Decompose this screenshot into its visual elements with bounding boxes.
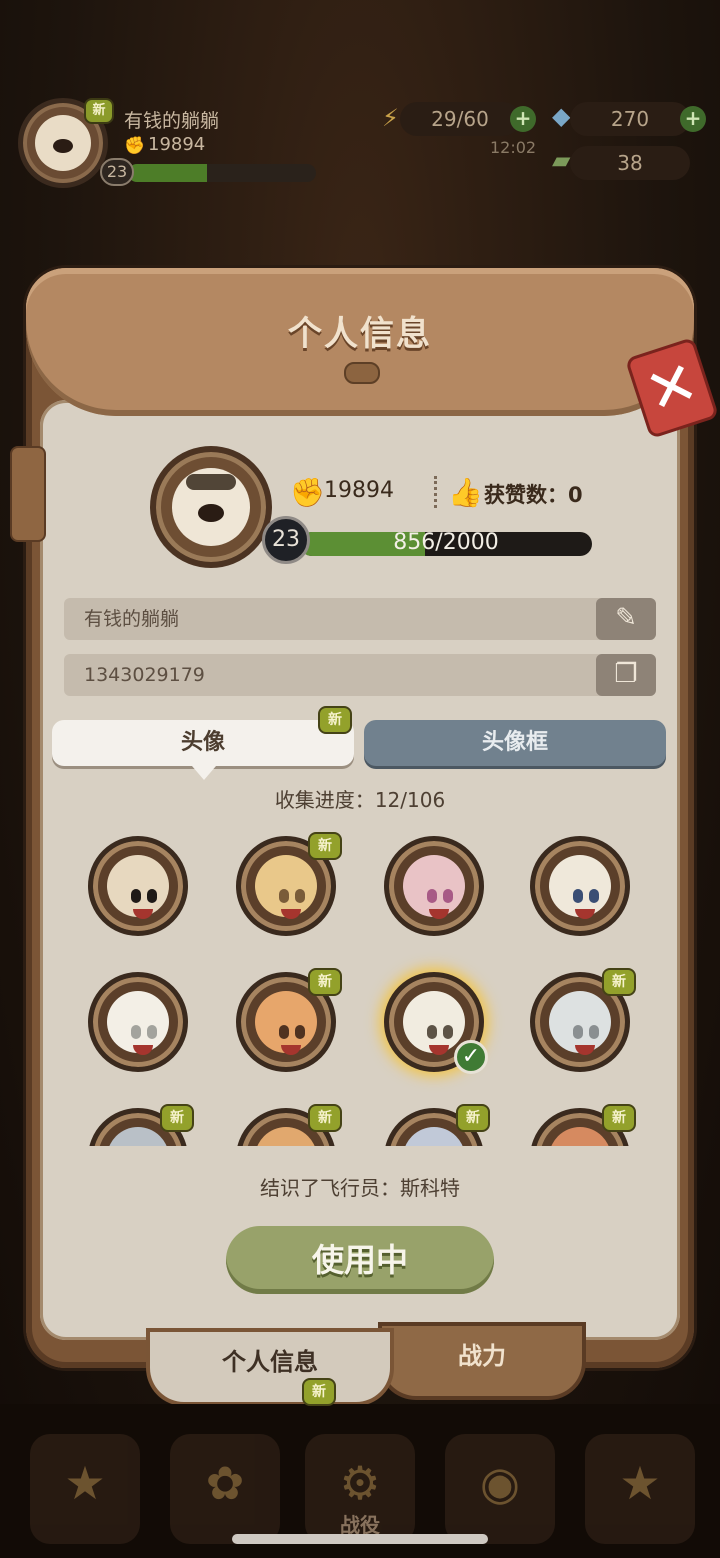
tab-avatar[interactable]: 头像 <box>52 720 354 780</box>
coin-icon: ✊ <box>290 476 325 509</box>
avatar-new-badge: 新 <box>160 1104 194 1132</box>
hud-new-badge: 新 <box>84 98 114 124</box>
avatar-option[interactable]: ✓ <box>384 972 488 1074</box>
avatar-option[interactable]: 新 <box>236 832 342 936</box>
tab-avatar-label: 头像 <box>180 730 225 755</box>
close-icon: ✕ <box>637 346 707 430</box>
avatar-option[interactable]: 新 <box>236 1104 342 1146</box>
avatar-portrait <box>88 972 188 1072</box>
hud-level: 23 <box>100 158 134 186</box>
nav-item-5[interactable]: ★ <box>585 1434 695 1544</box>
tab-info-new-badge: 新 <box>302 1378 336 1406</box>
avatar-new-badge: 新 <box>308 832 342 860</box>
nav-item-2[interactable]: ✿ <box>170 1434 280 1544</box>
tab-personal-info[interactable]: 个人信息 <box>150 1332 390 1402</box>
use-avatar-button[interactable]: 使用中 <box>226 1226 494 1294</box>
tab-power[interactable]: 战力 <box>382 1326 582 1396</box>
avatar-new-badge: 新 <box>308 1104 342 1132</box>
energy-value: 29/60 <box>400 102 520 136</box>
coin-icon: ✊ <box>124 136 146 156</box>
avatar-grid: 新新 ✓ 新新新新新 <box>60 826 660 1146</box>
energy-timer: 12:02 <box>490 138 537 157</box>
tab-avatar-frame[interactable]: 头像框 <box>364 720 666 766</box>
avatar-option[interactable]: 新 <box>384 1104 490 1146</box>
nav-item-campaign[interactable]: ⚙ 战役 <box>305 1434 415 1544</box>
gift-box-icon: ★ <box>619 1456 661 1510</box>
avatar-portrait <box>530 836 630 936</box>
hud-player-name: 有钱的躺躺 <box>124 110 220 132</box>
xp-text: 856/2000 <box>393 530 499 555</box>
avatar-new-badge: 新 <box>456 1104 490 1132</box>
copy-icon: ❐ <box>614 659 638 689</box>
home-indicator <box>232 1534 488 1544</box>
avatar-portrait <box>88 836 188 936</box>
avatar-option[interactable]: 新 <box>236 968 342 1072</box>
avatar-portrait <box>384 836 484 936</box>
nav-item-1[interactable]: ★ <box>30 1434 140 1544</box>
player-name: 有钱的躺躺 <box>84 608 180 630</box>
likes-icon: 👍 <box>448 476 483 509</box>
avatar-new-badge: 新 <box>602 1104 636 1132</box>
panel-title: 个人信息 <box>288 314 432 354</box>
shop-icon: ✿ <box>205 1456 245 1510</box>
gem-value: 270 <box>570 102 690 136</box>
avatar-option[interactable] <box>384 836 484 936</box>
ticket-icon: ▰ <box>552 146 571 174</box>
name-field: 有钱的躺躺 ✎ <box>64 598 656 640</box>
ticket-value: 38 <box>570 146 690 180</box>
tab-power-label: 战力 <box>458 1342 506 1370</box>
add-energy-button[interactable]: + <box>510 106 536 132</box>
edit-icon: ✎ <box>615 603 637 633</box>
tab-info-label: 个人信息 <box>222 1348 318 1376</box>
likes-label: 获赞数： <box>484 483 568 507</box>
collection-value: 12/106 <box>374 788 446 812</box>
profile-avatar[interactable] <box>150 446 272 568</box>
top-hud: 新 有钱的躺躺 ✊ 19894 23 ⚡ 29/60 + 12:02 ◆ 270… <box>0 90 720 200</box>
likes-value: 0 <box>568 483 583 507</box>
panel-clasp <box>344 362 380 384</box>
hud-coins: 19894 <box>148 134 206 155</box>
campaign-icon: ⚙ <box>339 1456 381 1510</box>
level-badge: 23 <box>262 516 310 564</box>
avatar-option[interactable]: 新 <box>530 968 636 1072</box>
avatar-option[interactable] <box>88 972 188 1072</box>
gem-icon: ◆ <box>552 102 571 130</box>
energy-icon: ⚡ <box>382 104 399 132</box>
pilot-icon: ◉ <box>479 1456 521 1510</box>
avatar-new-badge: 新 <box>308 968 342 996</box>
selected-check-icon: ✓ <box>454 1040 488 1074</box>
stat-divider <box>434 476 437 508</box>
tab-frame-label: 头像框 <box>481 730 548 755</box>
likes-stat: 获赞数：0 <box>484 479 583 509</box>
collection-label: 收集进度： <box>274 788 375 812</box>
tab-avatar-new-badge: 新 <box>318 706 352 734</box>
avatar-option[interactable] <box>88 836 188 936</box>
hud-xp-bar <box>128 164 316 182</box>
nav-item-4[interactable]: ◉ <box>445 1434 555 1544</box>
copy-id-button[interactable]: ❐ <box>596 654 656 696</box>
edit-name-button[interactable]: ✎ <box>596 598 656 640</box>
star-chest-icon: ★ <box>64 1456 106 1510</box>
avatar-option[interactable]: 新 <box>88 1104 194 1146</box>
panel-side-strap <box>10 446 46 542</box>
avatar-option[interactable]: 新 <box>530 1104 636 1146</box>
add-gems-button[interactable]: + <box>680 106 706 132</box>
player-id: 1343029179 <box>84 664 205 686</box>
avatar-description: 结识了飞行员：斯科特 <box>260 1176 460 1200</box>
avatar-new-badge: 新 <box>602 968 636 996</box>
profile-coins: 19894 <box>324 478 394 503</box>
avatar-option[interactable] <box>530 836 630 936</box>
id-field: 1343029179 ❐ <box>64 654 656 696</box>
collection-progress: 收集进度：12/106 <box>0 784 720 813</box>
